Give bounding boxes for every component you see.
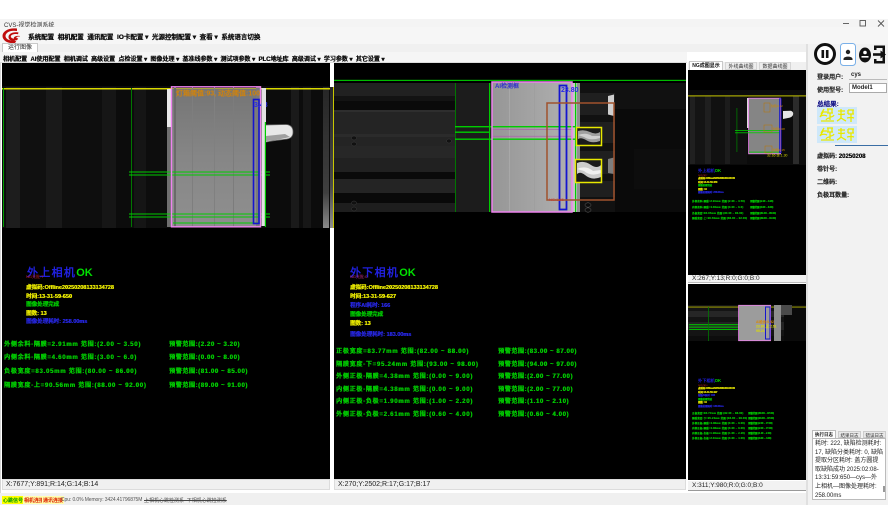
svg-text:AI检测框: AI检测框 [495, 82, 519, 90]
svg-text:缺陷0.15: 缺陷0.15 [773, 147, 785, 152]
svg-text:23.80 正:2.61: 23.80 正:2.61 [756, 324, 777, 329]
svg-text:32.65 余:1.30: 32.65 余:1.30 [767, 153, 787, 158]
svg-text:AI检出:0.92: AI检出:0.92 [756, 319, 774, 324]
svg-text:缺陷0.12: 缺陷0.12 [771, 103, 783, 108]
svg-text:灯箱阈值:93, 动态阈值:100: 灯箱阈值:93, 动态阈值:100 [176, 89, 260, 98]
svg-text:95.24: 95.24 [756, 329, 765, 333]
svg-text:NG:1.55: NG:1.55 [549, 197, 565, 202]
svg-text:缺陷0.08: 缺陷0.08 [773, 126, 785, 131]
svg-text:23.80: 23.80 [561, 87, 579, 94]
